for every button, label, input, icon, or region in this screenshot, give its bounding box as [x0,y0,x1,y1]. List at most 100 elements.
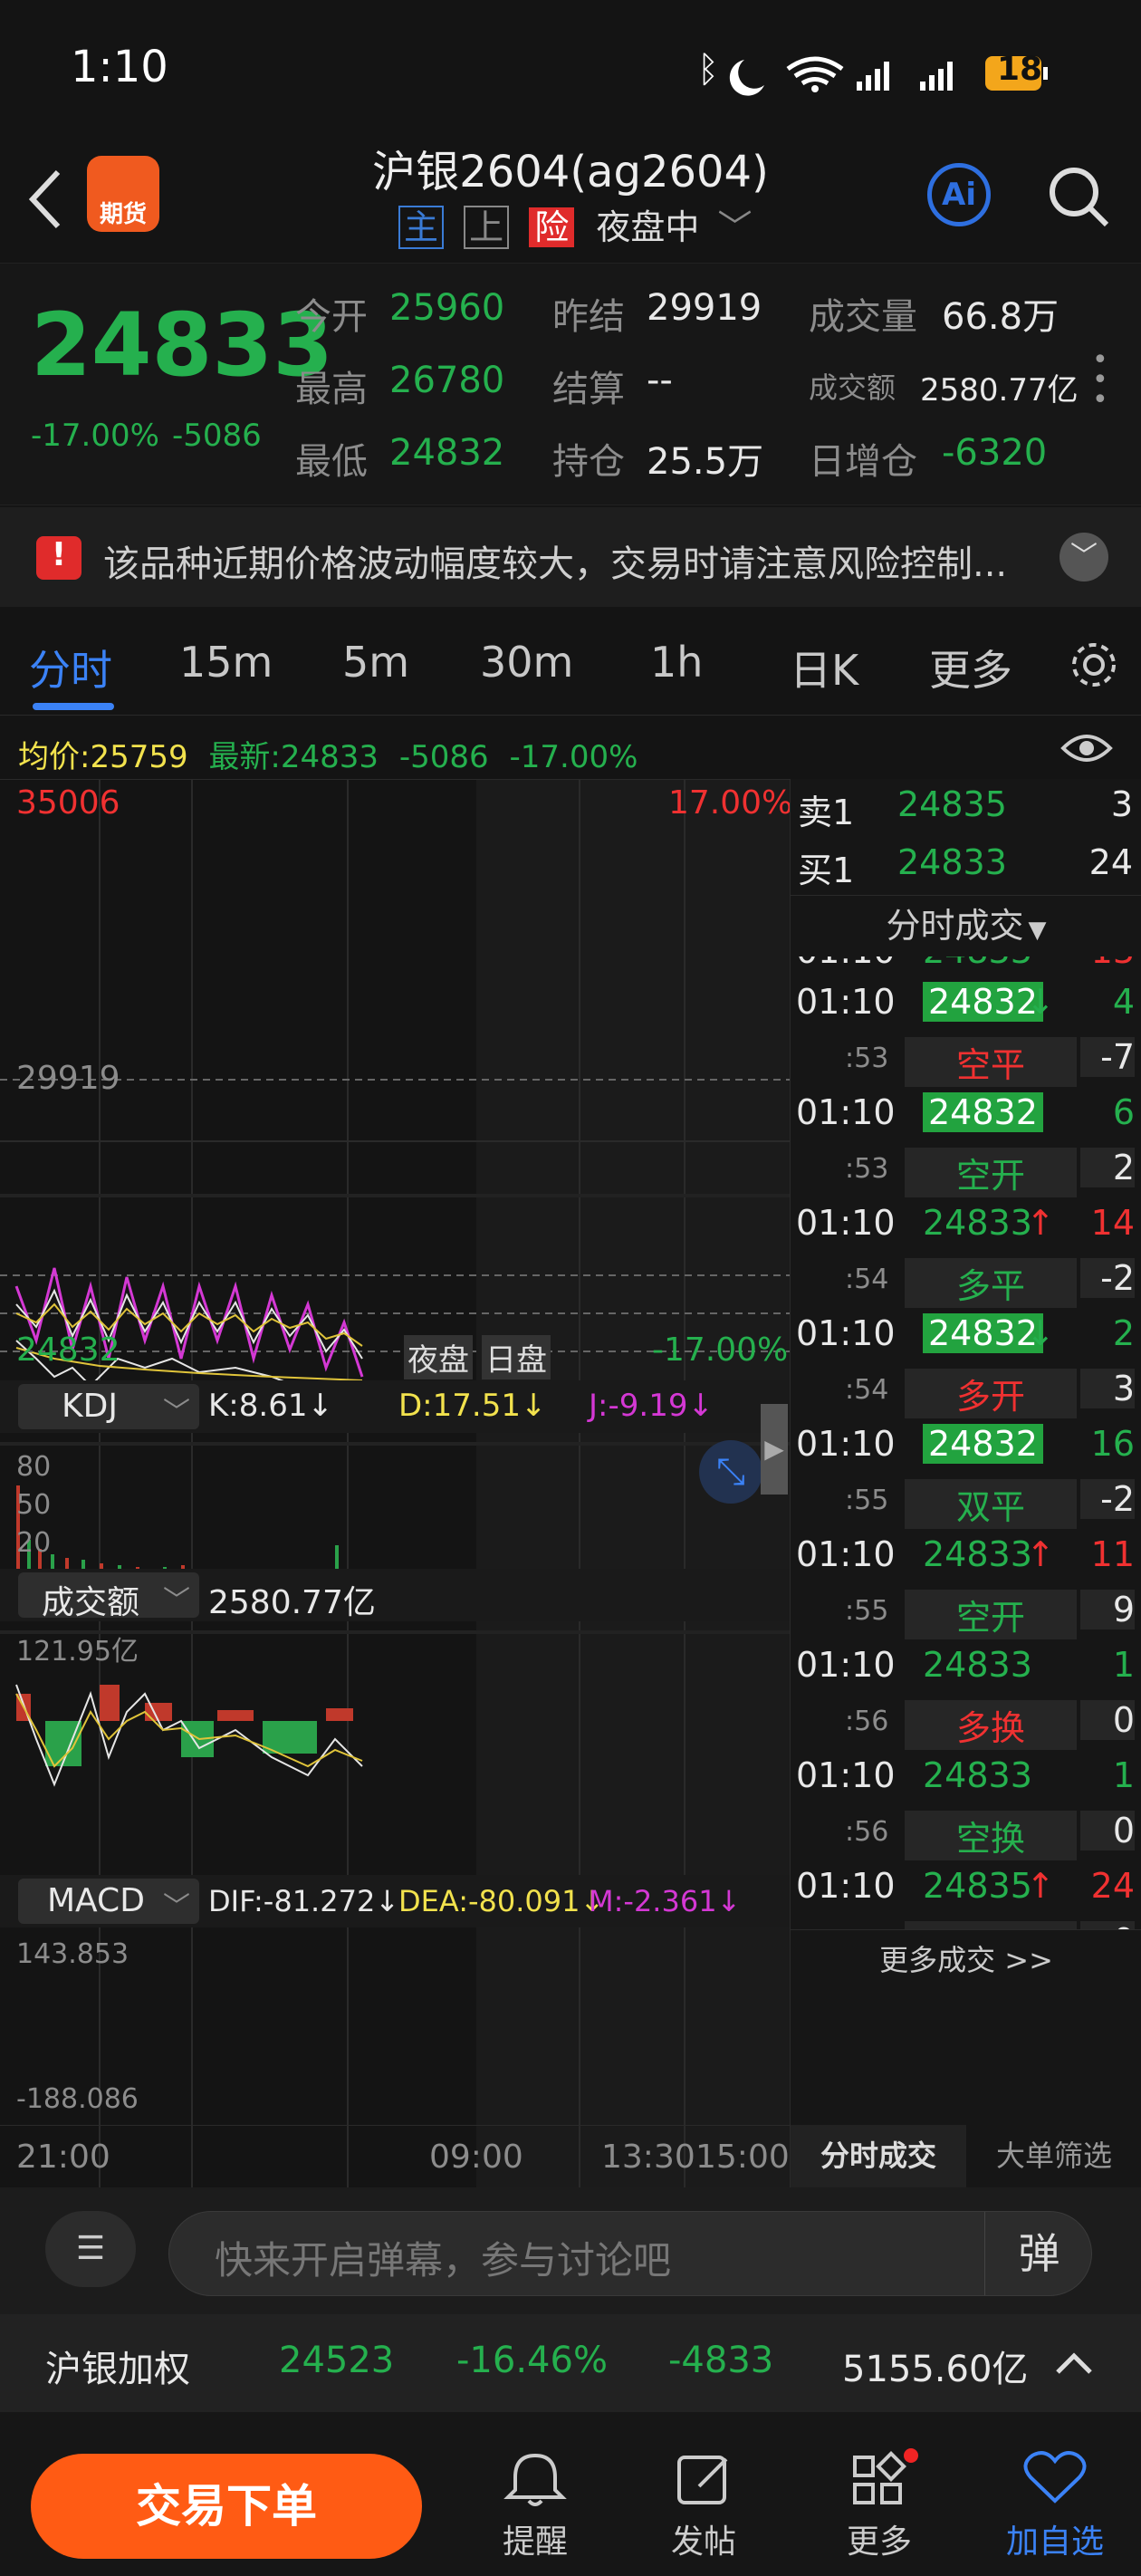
trade-time: 01:10 [796,1534,896,1574]
trade-arrow: ↑ [1026,1866,1055,1906]
expand-icon[interactable]: ⤡ [699,1440,762,1504]
change-percent: -17.00% [31,418,159,454]
eye-icon[interactable] [1060,728,1114,768]
kdj-header: KDJ ﹀ K:8.61↓ D:17.51↓ J:-9.19↓ [0,1380,790,1433]
macd-dif-value: DIF:-81.272↓ [208,1884,400,1918]
more-trades-link[interactable]: 更多成交 >> [791,1929,1141,1989]
amount-value: 2580.77亿 [920,372,1079,409]
y-axis-top: 35006 [16,784,120,822]
risk-banner[interactable]: ! 该品种近期价格波动幅度较大，交易时请注意风险控制... ﹀ [0,507,1141,607]
chevron-up-icon[interactable] [1054,2345,1094,2381]
amount-select[interactable]: 成交额 ﹀ [18,1572,199,1621]
trade-time: 01:10 [796,956,896,971]
day-session-label: 日盘 [482,1335,551,1379]
index-change: -4833 [668,2340,774,2381]
battery-level: 18 [996,51,1043,88]
search-icon[interactable] [1045,163,1114,232]
trade-price: 24832 [923,1424,1043,1464]
chart-legend: 均价:25759 最新:24833 -5086 -17.00% [18,732,638,776]
low-label: 最低 [295,441,368,483]
trade-detail-row: :56 多换 0 [796,1700,1135,1750]
trade-price: 24833 [923,1755,1032,1795]
comment-input[interactable]: 快来开启弹幕，参与讨论吧 弹 [168,2211,1092,2296]
trade-type: 空平 [905,1037,1077,1087]
kdj-select[interactable]: KDJ ﹀ [18,1384,199,1429]
trade-type-volume: -7 [1080,1037,1135,1077]
tab-15m[interactable]: 15m [179,638,273,687]
trade-price: 24832 [923,1313,1043,1353]
edit-icon [677,2456,728,2504]
night-session-label: 夜盘 [404,1335,473,1379]
bid-price: 24833 [897,842,1007,882]
bluetooth-icon: ᛒ [697,49,719,91]
amount-header: 成交额 ﹀ 2580.77亿 [0,1569,790,1621]
tab-5m[interactable]: 5m [342,638,409,687]
logo-text: 期货 [99,201,147,228]
back-icon[interactable] [25,163,65,235]
triangle-down-icon: ▼ [1028,917,1047,944]
orderbook: 卖1 24835 3 买1 24833 24 分时成交 ▼ 01:10 2483… [790,779,1141,2187]
trade-type-volume: 3 [1080,1369,1135,1408]
tag-risk: 险 [529,207,575,247]
settle-value: -- [647,360,673,401]
trade-type-volume: 0 [1080,1921,1135,1929]
trade-price: 24833 [923,1645,1032,1685]
chevron-down-icon: ﹀ [163,1585,190,1617]
more-button[interactable]: 更多 [839,2448,920,2566]
trade-order-button[interactable]: 交易下单 [31,2454,422,2559]
trade-price: 24833 [923,1534,1032,1574]
trade-type-volume: 0 [1080,1811,1135,1850]
tag-up: 上 [464,206,510,249]
trade-price: 24832 [923,1092,1043,1132]
index-bar[interactable]: 沪银加权 24523 -16.46% -4833 5155.60亿 [0,2314,1141,2412]
trade-row-partial: 01:10 24833 13 [796,956,1135,981]
trade-time: 01:10 [796,982,896,1022]
tab-trades[interactable]: 分时成交 [791,2125,966,2187]
trade-price: 24833 [923,1203,1032,1243]
amount-label: 成交额 [809,370,896,405]
trade-price: 24833 [923,956,1032,971]
trade-detail-row: :55 双平 -2 [796,1479,1135,1529]
trade-row: 01:10 24832 ↓ 4 [796,982,1135,1032]
volume-value: 66.8万 [942,296,1060,338]
tab-1h[interactable]: 1h [650,638,703,687]
trade-type: 多换 [905,1921,1077,1929]
tab-more[interactable]: 更多 [929,638,1012,697]
trade-row: 01:10 24833 ↑ 14 [796,1203,1135,1253]
remind-button[interactable]: 提醒 [494,2448,576,2566]
chevron-down-icon[interactable]: ﹀ [1060,533,1108,582]
trades-title-row[interactable]: 分时成交 ▼ [791,895,1141,955]
comment-bar: ☰ 快来开启弹幕，参与讨论吧 弹 [0,2187,1141,2314]
high-label: 最高 [295,369,368,410]
ask-volume: 3 [1110,784,1133,824]
post-button[interactable]: 发帖 [663,2448,744,2566]
trade-row: 01:10 24832 ↓ 2 [796,1313,1135,1363]
post-label: 发帖 [670,2523,736,2561]
tab-daily[interactable]: 日K [790,638,858,697]
danmaku-settings-icon[interactable]: ☰ [45,2211,136,2287]
price-chart-svg [0,779,790,2187]
latest-price-label: 最新:24833 [208,739,379,775]
trade-type-volume: 2 [1080,1148,1135,1187]
trade-row: 01:10 24835 ↑ 24 [796,1866,1135,1916]
danmaku-toggle[interactable]: 弹 [984,2212,1093,2295]
trade-detail-row: :54 多平 -2 [796,1258,1135,1308]
favorite-button[interactable]: 加自选 [996,2448,1114,2566]
open-interest-label: 持仓 [552,441,625,483]
panel-handle[interactable]: ▶ [761,1404,788,1495]
trades-list[interactable]: 01:10 24833 13 01:1024832↓4:53空平-701:102… [791,956,1141,1929]
chart-area: 均价:25759 最新:24833 -5086 -17.00% 35006 17… [0,716,1141,2187]
trade-detail-row: :57多换0 [796,1921,1135,1929]
tab-big-orders[interactable]: 大单筛选 [966,2125,1141,2187]
trade-volume: 13 [1091,956,1135,971]
macd-select[interactable]: MACD ﹀ [18,1879,199,1924]
session-row[interactable]: 主 上 险 夜盘中 ﹀ [398,199,752,250]
ai-button[interactable]: Ai [927,163,991,226]
tab-30m[interactable]: 30m [480,638,573,687]
more-dots-icon[interactable]: • • • [1092,347,1108,414]
gear-icon[interactable] [1069,639,1119,690]
trade-detail-row: :54 多开 3 [796,1369,1135,1418]
low-value: 24832 [389,432,505,474]
tab-timeshare[interactable]: 分时 [29,638,112,697]
kdj-d-value: D:17.51↓ [398,1388,547,1424]
